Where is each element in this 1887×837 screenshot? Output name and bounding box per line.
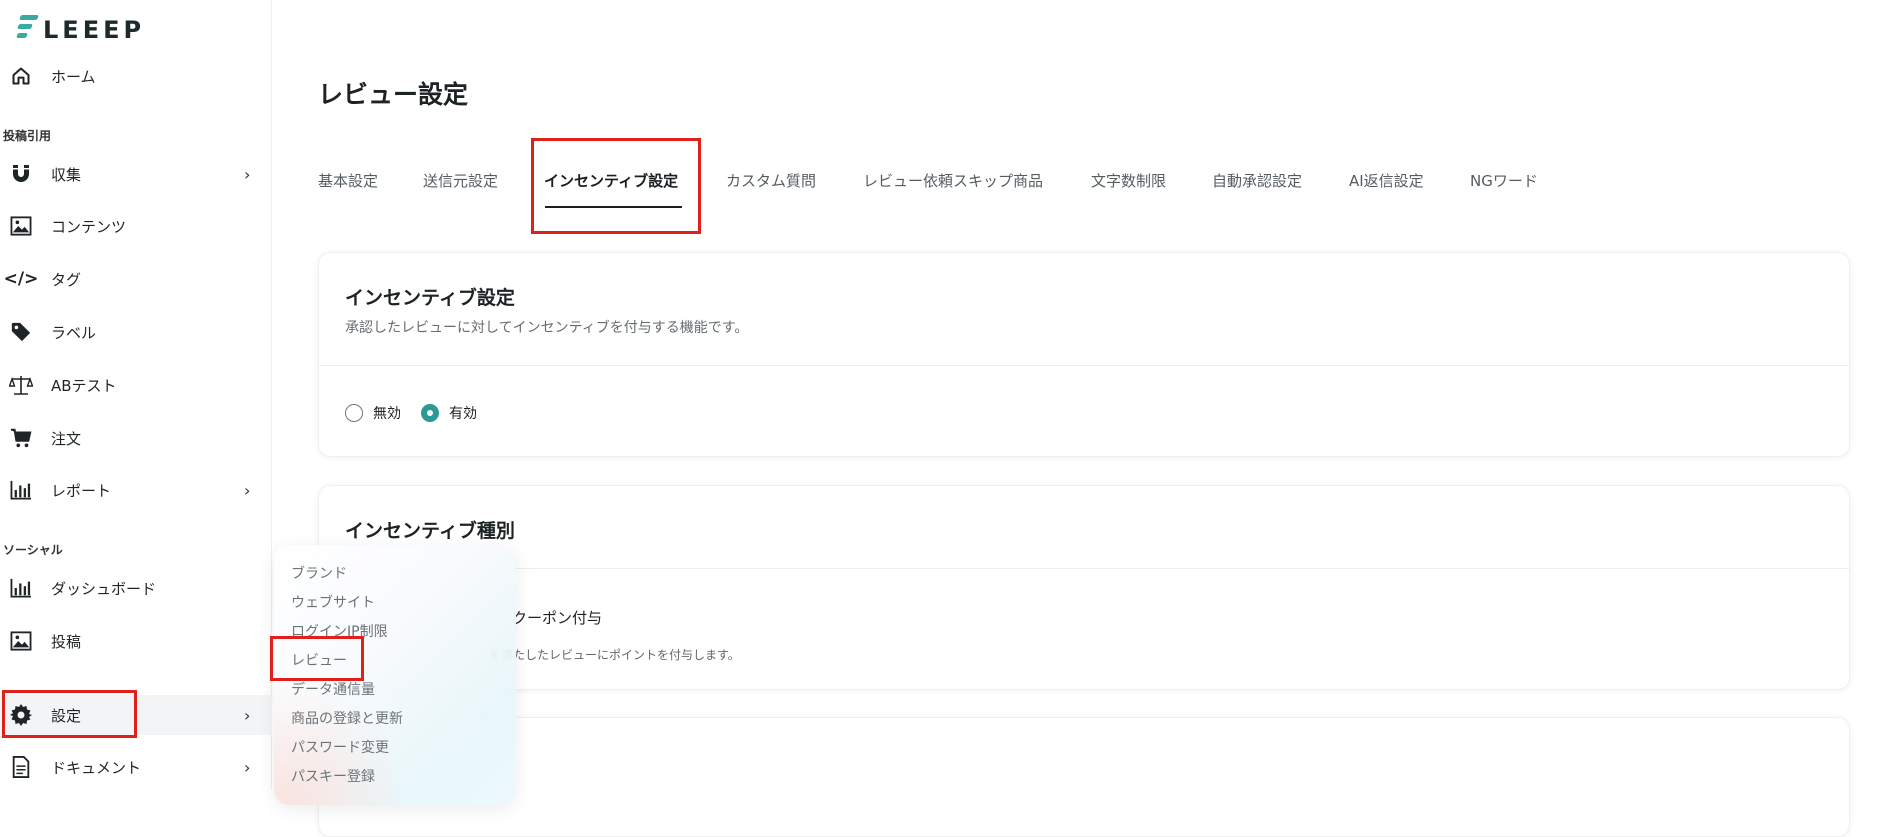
incentive-type-card: インセンティブ種別 クーポン付与 を満たしたレビューにポイントを付与します。 bbox=[318, 485, 1850, 690]
sidebar-item-label: 設定 bbox=[51, 706, 82, 725]
sidebar-item-report[interactable]: レポート › bbox=[0, 470, 272, 510]
submenu-item-review[interactable]: レビュー bbox=[291, 650, 347, 670]
radio-disabled-label[interactable]: 無効 bbox=[373, 403, 401, 423]
sidebar-item-label: ABテスト bbox=[51, 376, 117, 395]
sidebar-item-label: コンテンツ bbox=[51, 217, 127, 236]
tab-ai-reply[interactable]: AI返信設定 bbox=[1349, 170, 1424, 191]
sidebar-item-label: タグ bbox=[51, 270, 82, 289]
submenu-item-products[interactable]: 商品の登録と更新 bbox=[291, 708, 403, 728]
active-tab-underline bbox=[545, 206, 682, 208]
divider bbox=[319, 568, 1849, 569]
submenu-item-passkey[interactable]: パスキー登録 bbox=[291, 766, 375, 786]
tab-sender[interactable]: 送信元設定 bbox=[423, 170, 498, 191]
submenu-item-brand[interactable]: ブランド bbox=[291, 563, 347, 583]
sidebar-item-collect[interactable]: 収集 › bbox=[0, 154, 272, 194]
logo[interactable]: LEEEP bbox=[16, 10, 146, 44]
tab-incentive[interactable]: インセンティブ設定 bbox=[544, 170, 678, 191]
sidebar-item-label: 収集 bbox=[51, 165, 82, 184]
submenu-item-login-ip[interactable]: ログインIP制限 bbox=[291, 621, 388, 641]
card-title: インセンティブ設定 bbox=[345, 287, 515, 309]
gear-icon bbox=[8, 702, 34, 728]
incentive-settings-card: インセンティブ設定 承認したレビューに対してインセンティブを付与する機能です。 … bbox=[318, 252, 1850, 457]
sidebar-item-label: ドキュメント bbox=[51, 758, 142, 777]
card-title: インセンティブ種別 bbox=[345, 520, 515, 542]
sidebar-item-contents[interactable]: コンテンツ bbox=[0, 206, 272, 246]
sidebar-item-home[interactable]: ホーム bbox=[0, 56, 272, 96]
chevron-right-icon: › bbox=[244, 705, 251, 725]
sidebar-item-tag[interactable]: </> タグ bbox=[0, 259, 272, 299]
bar-chart-icon bbox=[8, 575, 34, 601]
sidebar-item-label-nav[interactable]: ラベル bbox=[0, 312, 272, 352]
sidebar-item-settings[interactable]: 設定 › bbox=[0, 695, 272, 735]
code-icon: </> bbox=[3, 269, 39, 289]
radio-disabled[interactable] bbox=[345, 404, 363, 422]
additional-card bbox=[318, 717, 1850, 837]
card-description: 承認したレビューに対してインセンティブを付与する機能です。 bbox=[345, 320, 749, 336]
sidebar-item-post[interactable]: 投稿 bbox=[0, 621, 272, 661]
sidebar-item-label: ホーム bbox=[51, 67, 96, 86]
section-label-social: ソーシャル bbox=[3, 543, 63, 557]
document-icon bbox=[8, 754, 34, 780]
sidebar-item-abtest[interactable]: ABテスト bbox=[0, 365, 272, 405]
chevron-right-icon: › bbox=[244, 480, 251, 500]
radio-enabled-label[interactable]: 有効 bbox=[449, 403, 477, 423]
tab-basic[interactable]: 基本設定 bbox=[318, 170, 378, 191]
home-icon bbox=[8, 63, 34, 89]
tab-skip-products[interactable]: レビュー依頼スキップ商品 bbox=[863, 170, 1043, 191]
sidebar: LEEEP ホーム 投稿引用 収集 › コンテンツ </> タグ ラベル ABテ… bbox=[0, 0, 272, 790]
submenu-item-password[interactable]: パスワード変更 bbox=[291, 737, 389, 757]
logo-text: LEEEP bbox=[43, 16, 146, 44]
sidebar-item-label: ダッシュボード bbox=[51, 579, 157, 598]
submenu-item-data-usage[interactable]: データ通信量 bbox=[291, 679, 375, 699]
section-label-posting: 投稿引用 bbox=[3, 129, 52, 143]
option-title: クーポン付与 bbox=[512, 609, 603, 627]
cart-icon bbox=[8, 425, 34, 451]
bar-chart-icon bbox=[8, 477, 34, 503]
divider bbox=[319, 365, 1849, 366]
chevron-right-icon: › bbox=[244, 164, 251, 184]
radio-enabled[interactable] bbox=[421, 404, 439, 422]
logo-icon bbox=[16, 11, 39, 43]
image-icon bbox=[8, 628, 34, 654]
sidebar-item-label: ラベル bbox=[51, 323, 97, 342]
sidebar-item-label: レポート bbox=[51, 481, 112, 500]
sidebar-item-label: 注文 bbox=[51, 429, 82, 448]
tag-icon bbox=[8, 319, 34, 345]
settings-submenu: ブランド ウェブサイト ログインIP制限 レビュー データ通信量 商品の登録と更… bbox=[274, 545, 516, 805]
image-icon bbox=[8, 213, 34, 239]
tab-auto-approve[interactable]: 自動承認設定 bbox=[1212, 170, 1302, 191]
incentive-toggle-group: 無効 有効 bbox=[345, 403, 497, 423]
option-description: を満たしたレビューにポイントを付与します。 bbox=[489, 648, 740, 662]
chevron-right-icon: › bbox=[244, 757, 251, 777]
balance-scale-icon bbox=[8, 372, 34, 398]
tab-ng-words[interactable]: NGワード bbox=[1470, 170, 1538, 191]
tab-custom-question[interactable]: カスタム質問 bbox=[726, 170, 816, 191]
submenu-item-website[interactable]: ウェブサイト bbox=[291, 592, 375, 612]
tab-char-limit[interactable]: 文字数制限 bbox=[1091, 170, 1166, 191]
page-title: レビュー設定 bbox=[318, 80, 469, 109]
sidebar-item-documents[interactable]: ドキュメント › bbox=[0, 747, 272, 787]
sidebar-item-dashboard[interactable]: ダッシュボード bbox=[0, 568, 272, 608]
sidebar-item-label: 投稿 bbox=[51, 632, 82, 651]
magnet-icon bbox=[8, 161, 34, 187]
sidebar-item-order[interactable]: 注文 bbox=[0, 418, 272, 458]
